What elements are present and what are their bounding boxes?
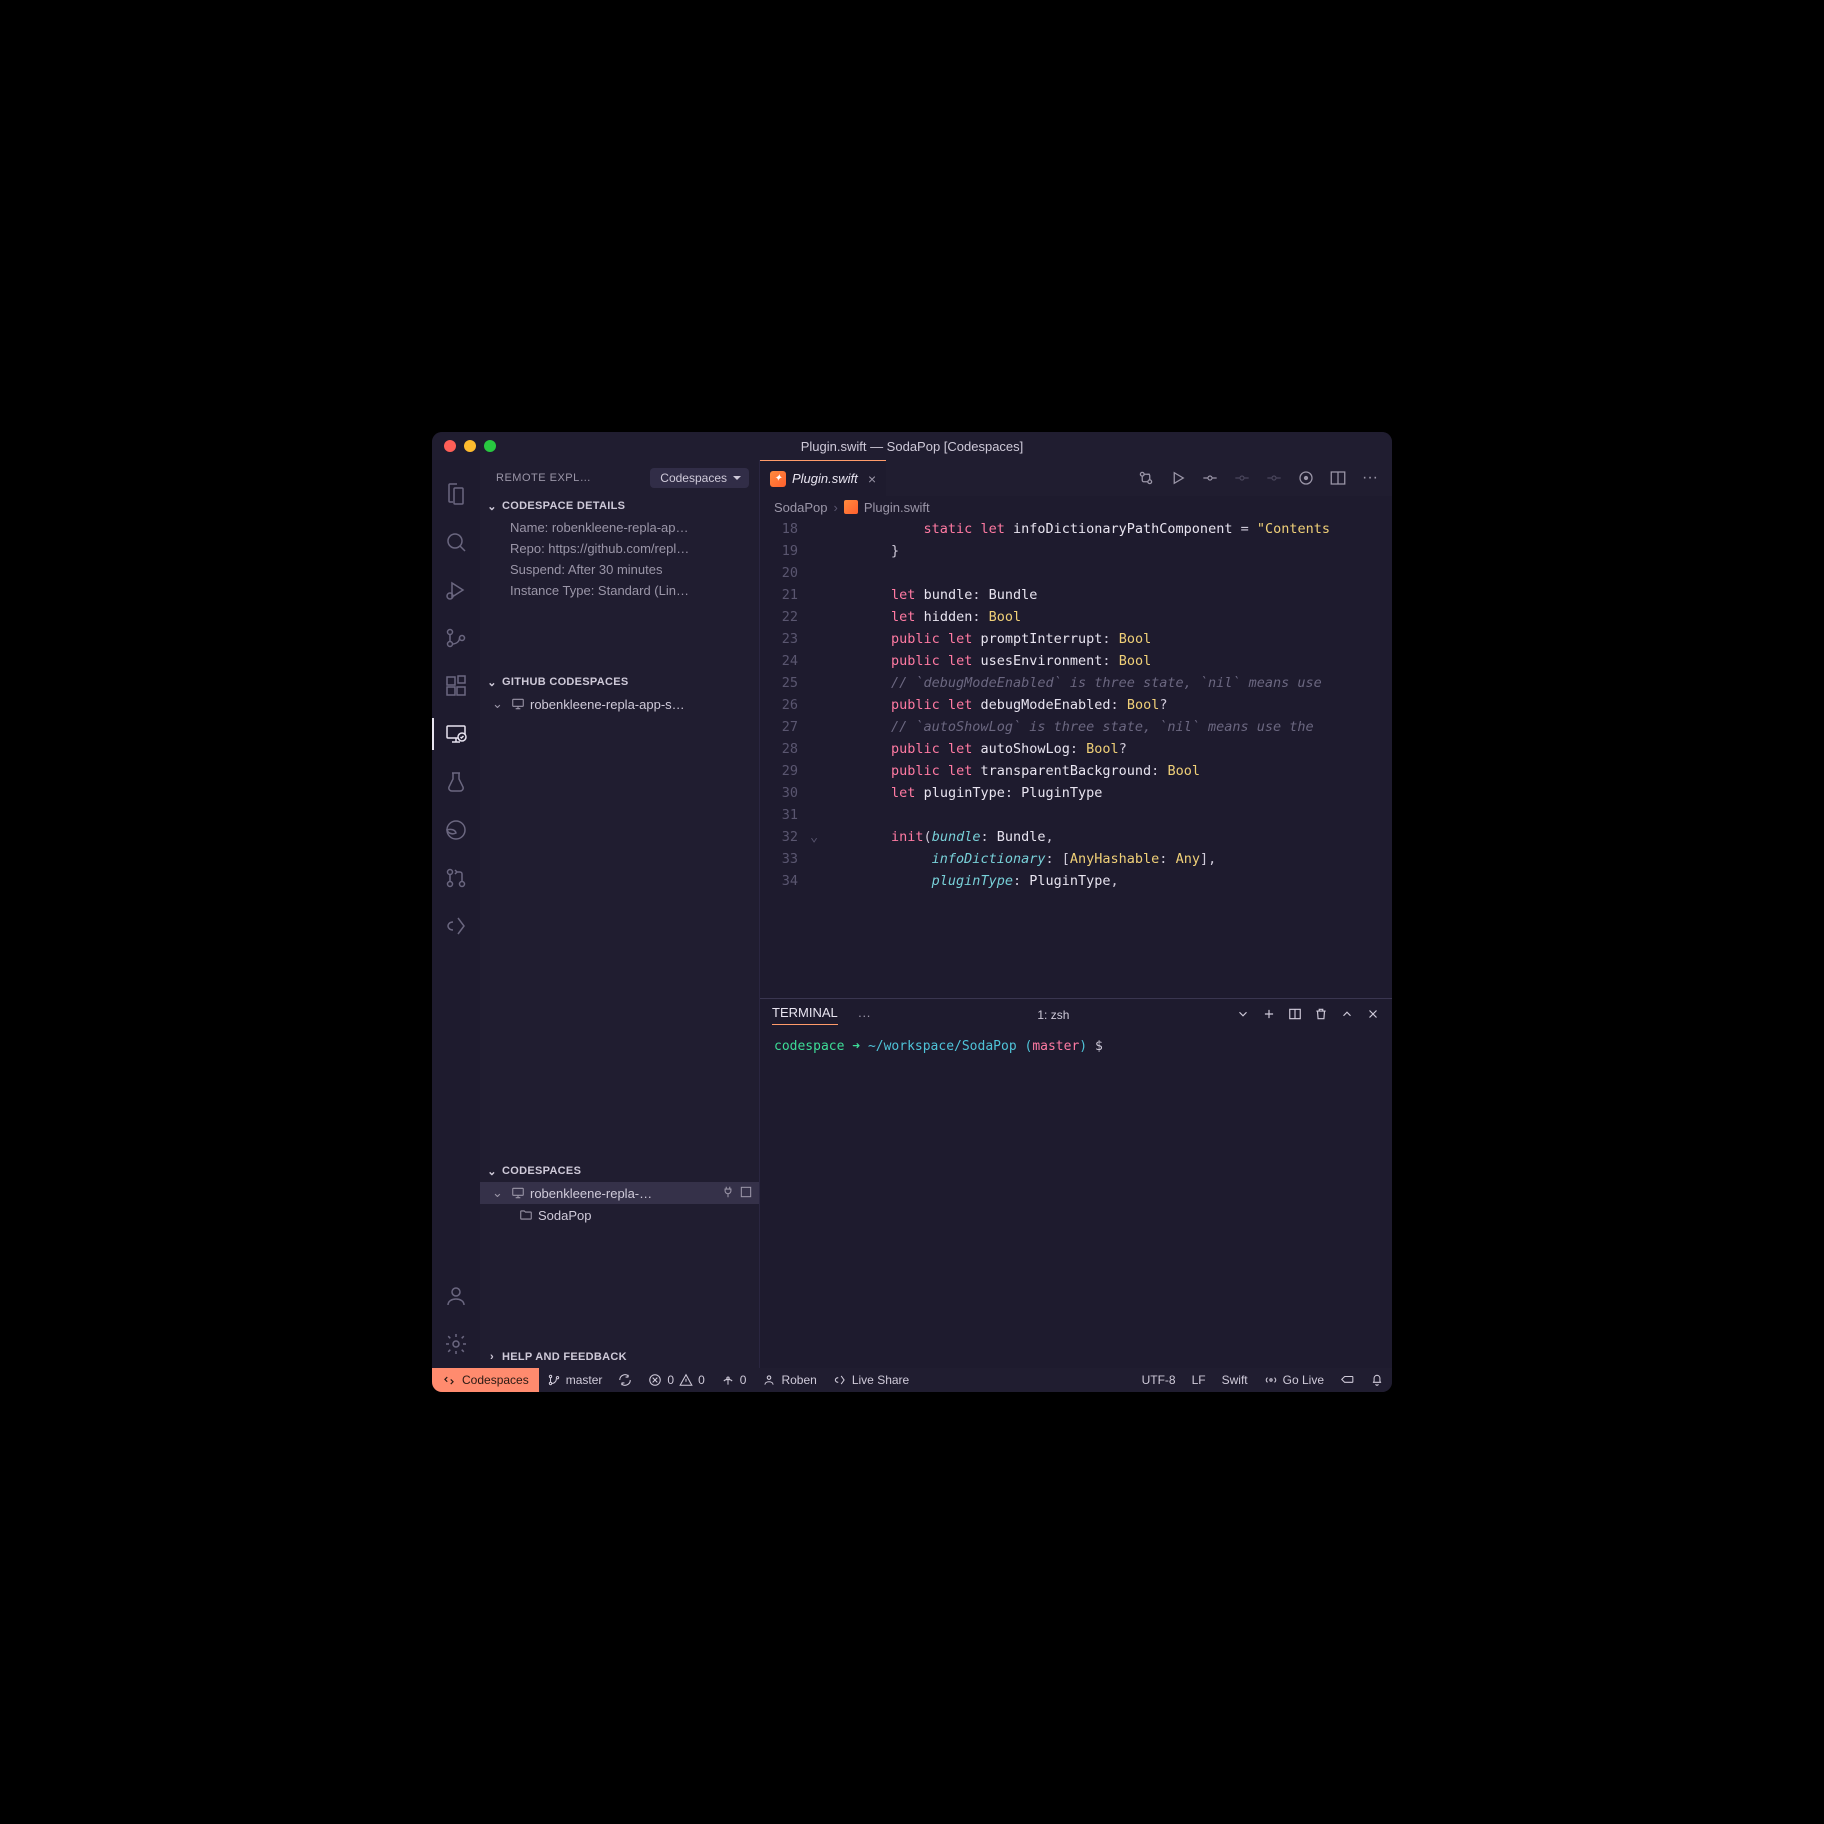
git-commit-dim2-icon[interactable] [1262,466,1286,490]
status-encoding[interactable]: UTF-8 [1134,1368,1184,1392]
terminal-tab[interactable]: TERMINAL [772,1005,838,1025]
tab-filename: Plugin.swift [792,471,858,486]
line-gutter: 1819202122232425262728293031323334 [760,518,810,998]
status-user[interactable]: Roben [754,1368,824,1392]
more-icon[interactable]: ··· [1358,466,1382,490]
sidebar-title: REMOTE EXPL… [496,472,642,484]
swift-icon: ✦ [770,471,786,487]
swift-icon [844,500,858,514]
breadcrumb-file[interactable]: Plugin.swift [864,500,930,515]
target-icon[interactable] [1294,466,1318,490]
window-title: Plugin.swift — SodaPop [Codespaces] [801,439,1024,454]
close-tab-icon[interactable]: × [868,471,876,487]
detail-suspend: Suspend: After 30 minutes [480,559,759,580]
split-editor-icon[interactable] [1326,466,1350,490]
testing-icon[interactable] [432,758,480,806]
new-terminal-icon[interactable] [1262,1007,1276,1024]
live-share-icon[interactable] [432,902,480,950]
editor-area: ✦ Plugin.swift × ··· SodaPop › [760,460,1392,1368]
new-window-icon[interactable] [739,1185,753,1202]
debug-icon[interactable] [432,566,480,614]
explorer-icon[interactable] [432,470,480,518]
status-language[interactable]: Swift [1214,1368,1256,1392]
activity-bar [432,460,480,1368]
trash-icon[interactable] [1314,1007,1328,1024]
code-editor[interactable]: 1819202122232425262728293031323334 ⌄ sta… [760,518,1392,998]
plug-icon[interactable] [721,1185,735,1202]
zoom-icon[interactable] [484,440,496,452]
split-terminal-icon[interactable] [1288,1007,1302,1024]
vm-icon [510,697,526,711]
codespace-open-item[interactable]: ⌄ robenkleene-repla-… [480,1182,759,1204]
section-github-codespaces[interactable]: ⌄GITHUB CODESPACES [480,671,759,693]
detail-repo: Repo: https://github.com/repl… [480,538,759,559]
terminal-panel: TERMINAL ··· 1: zsh codespace ➜ ~/worksp… [760,998,1392,1368]
compare-icon[interactable] [1134,466,1158,490]
detail-instance: Instance Type: Standard (Lin… [480,580,759,601]
status-bar: Codespaces master 0 0 0 Roben Live Share… [432,1368,1392,1392]
status-golive[interactable]: Go Live [1256,1368,1332,1392]
remote-kind-select[interactable]: Codespaces [650,468,749,488]
titlebar[interactable]: Plugin.swift — SodaPop [Codespaces] [432,432,1392,460]
close-icon[interactable] [444,440,456,452]
git-commit-icon[interactable] [1198,466,1222,490]
status-bell-icon[interactable] [1362,1368,1392,1392]
extensions-icon[interactable] [432,662,480,710]
fold-column[interactable]: ⌄ [810,518,826,998]
git-commit-dim1-icon[interactable] [1230,466,1254,490]
detail-name: Name: robenkleene-repla-ap… [480,517,759,538]
account-icon[interactable] [432,1272,480,1320]
settings-icon[interactable] [432,1320,480,1368]
github-pr-icon[interactable] [432,854,480,902]
search-icon[interactable] [432,518,480,566]
tab-bar: ✦ Plugin.swift × ··· [760,460,1392,496]
breadcrumb-root[interactable]: SodaPop [774,500,828,515]
codespace-item[interactable]: ⌄ robenkleene-repla-app-s… [480,693,759,715]
section-help[interactable]: ›HELP AND FEEDBACK [480,1346,759,1368]
terminal-dropdown-icon[interactable] [1236,1007,1250,1024]
status-ports[interactable]: 0 [713,1368,755,1392]
editor-tab[interactable]: ✦ Plugin.swift × [760,460,886,496]
source-control-icon[interactable] [432,614,480,662]
status-eol[interactable]: LF [1184,1368,1214,1392]
more-icon[interactable]: ··· [858,1008,871,1023]
minimize-icon[interactable] [464,440,476,452]
sidebar: REMOTE EXPL… Codespaces ⌄CODESPACE DETAI… [480,460,760,1368]
terminal-body[interactable]: codespace ➜ ~/workspace/SodaPop (master)… [760,1031,1392,1368]
codespace-folder[interactable]: SodaPop [480,1204,759,1226]
edge-icon[interactable] [432,806,480,854]
status-remote[interactable]: Codespaces [432,1368,539,1392]
close-panel-icon[interactable] [1366,1007,1380,1024]
status-feedback-icon[interactable] [1332,1368,1362,1392]
section-codespaces[interactable]: ⌄CODESPACES [480,1160,759,1182]
code-body[interactable]: static let infoDictionaryPathComponent =… [826,518,1392,998]
remote-explorer-icon[interactable] [432,710,480,758]
section-codespace-details[interactable]: ⌄CODESPACE DETAILS [480,495,759,517]
vscode-window: Plugin.swift — SodaPop [Codespaces] REMO… [432,432,1392,1392]
status-liveshare[interactable]: Live Share [825,1368,917,1392]
run-icon[interactable] [1166,466,1190,490]
folder-icon [518,1208,534,1222]
vm-icon [510,1186,526,1200]
terminal-title[interactable]: 1: zsh [891,1008,1216,1022]
traffic-lights [444,440,496,452]
status-sync[interactable] [610,1368,640,1392]
status-branch[interactable]: master [539,1368,611,1392]
breadcrumb[interactable]: SodaPop › Plugin.swift [760,496,1392,518]
maximize-panel-icon[interactable] [1340,1007,1354,1024]
status-problems[interactable]: 0 0 [640,1368,712,1392]
